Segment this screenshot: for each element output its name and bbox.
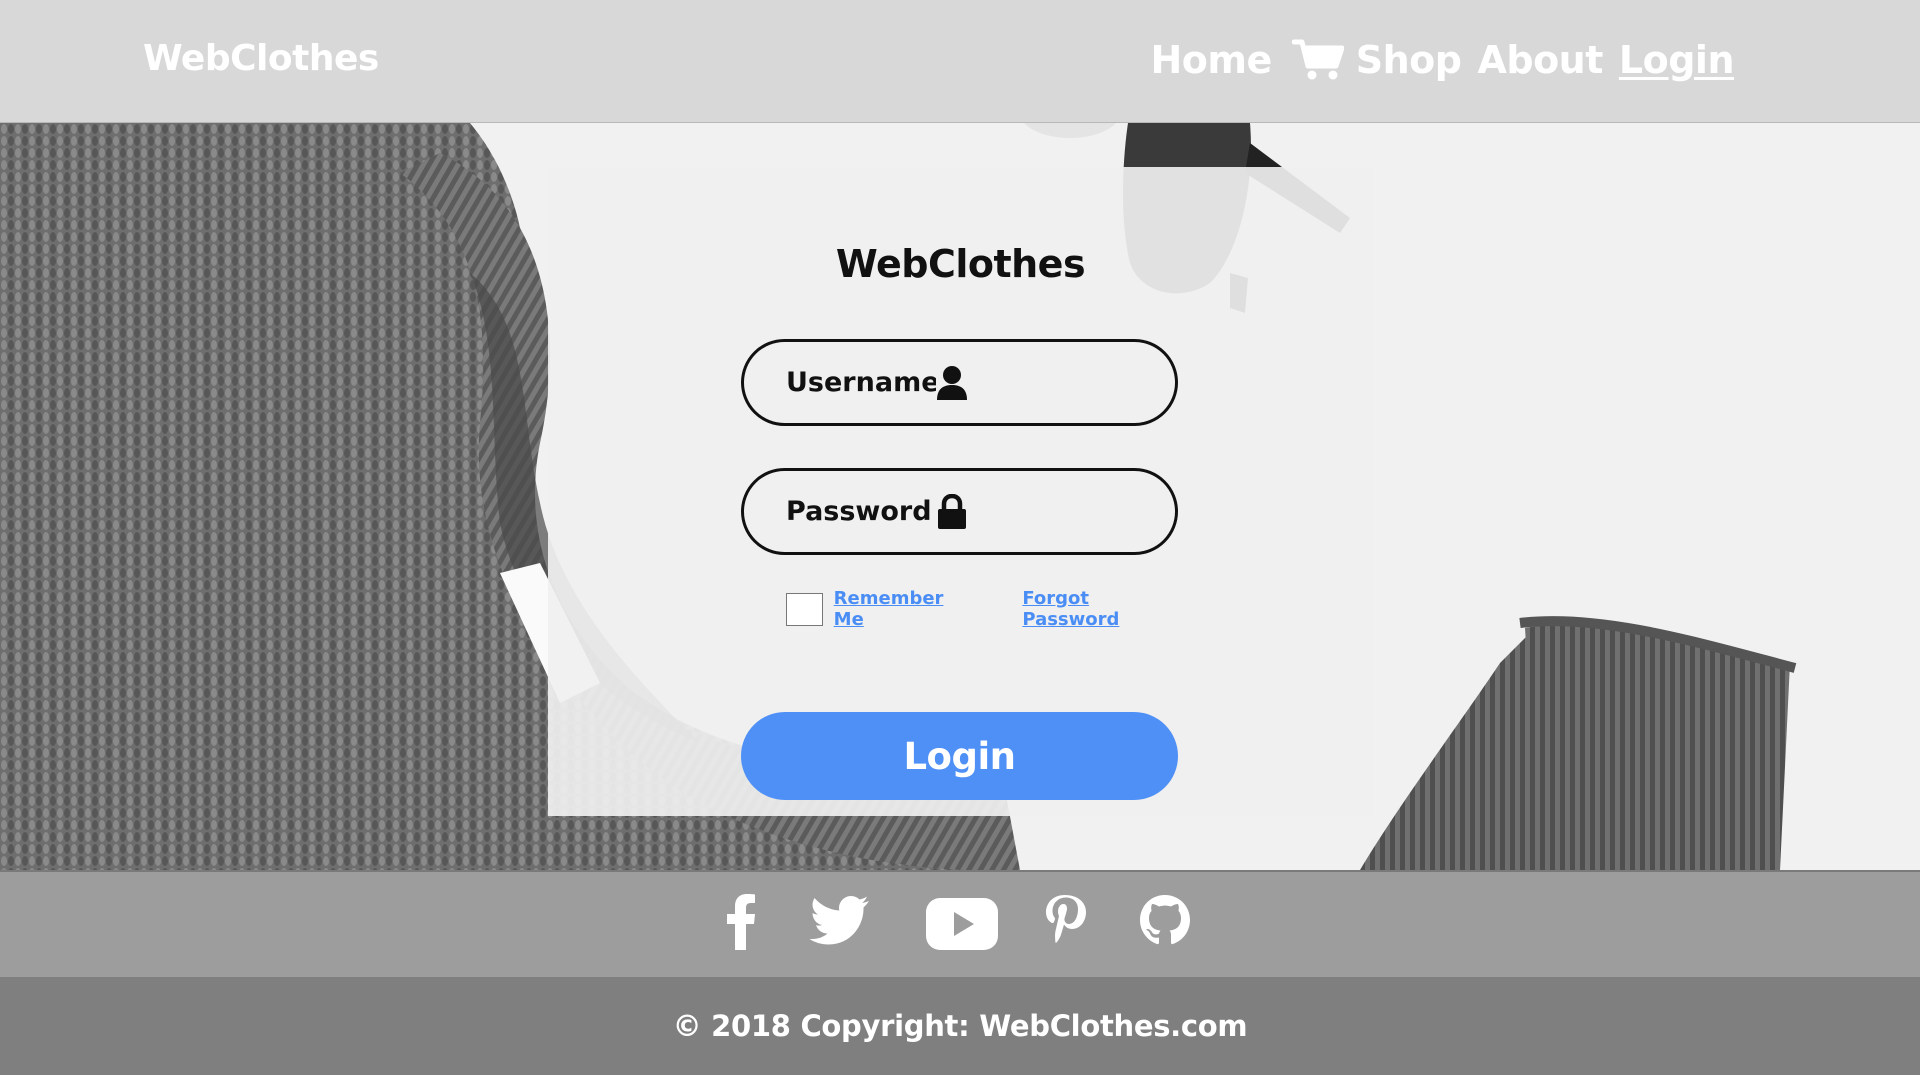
nav-shop-group: Shop <box>1288 38 1462 82</box>
nav-shop-link[interactable]: Shop <box>1356 38 1462 82</box>
facebook-icon[interactable] <box>726 894 756 950</box>
nav-home-link[interactable]: Home <box>1150 38 1272 82</box>
password-input[interactable] <box>786 496 936 527</box>
main-nav: Home Shop About Login <box>1150 38 1734 82</box>
nav-login-link[interactable]: Login <box>1619 38 1735 82</box>
pinterest-icon[interactable] <box>1044 894 1086 950</box>
remember-me-link[interactable]: Remember Me <box>834 588 975 630</box>
brand-logo-link[interactable]: WebClothes <box>143 38 379 79</box>
top-navbar: WebClothes Home Shop About Login <box>0 0 1920 123</box>
shopping-cart-icon[interactable] <box>1291 38 1344 82</box>
forgot-password-link[interactable]: Forgot Password <box>1022 588 1186 630</box>
social-bar <box>0 870 1920 977</box>
lock-icon <box>936 493 968 530</box>
github-icon[interactable] <box>1139 894 1191 948</box>
username-input[interactable] <box>786 367 936 398</box>
copyright-footer: © 2018 Copyright: WebClothes.com <box>0 977 1920 1075</box>
nav-about-link[interactable]: About <box>1477 38 1603 82</box>
hero-section: WebClothes Remember Me Forgot P <box>0 123 1920 870</box>
user-icon <box>936 365 968 401</box>
login-panel: WebClothes Remember Me Forgot P <box>548 167 1373 816</box>
login-options-row: Remember Me Forgot Password <box>786 588 1186 630</box>
login-title: WebClothes <box>835 242 1086 286</box>
copyright-text: © 2018 Copyright: WebClothes.com <box>672 1009 1248 1043</box>
twitter-icon[interactable] <box>808 894 870 948</box>
remember-me-checkbox[interactable] <box>786 592 823 626</box>
password-field-wrapper <box>741 468 1178 555</box>
username-field-wrapper <box>741 339 1178 426</box>
youtube-icon[interactable] <box>926 898 998 950</box>
login-submit-button[interactable]: Login <box>741 712 1178 800</box>
